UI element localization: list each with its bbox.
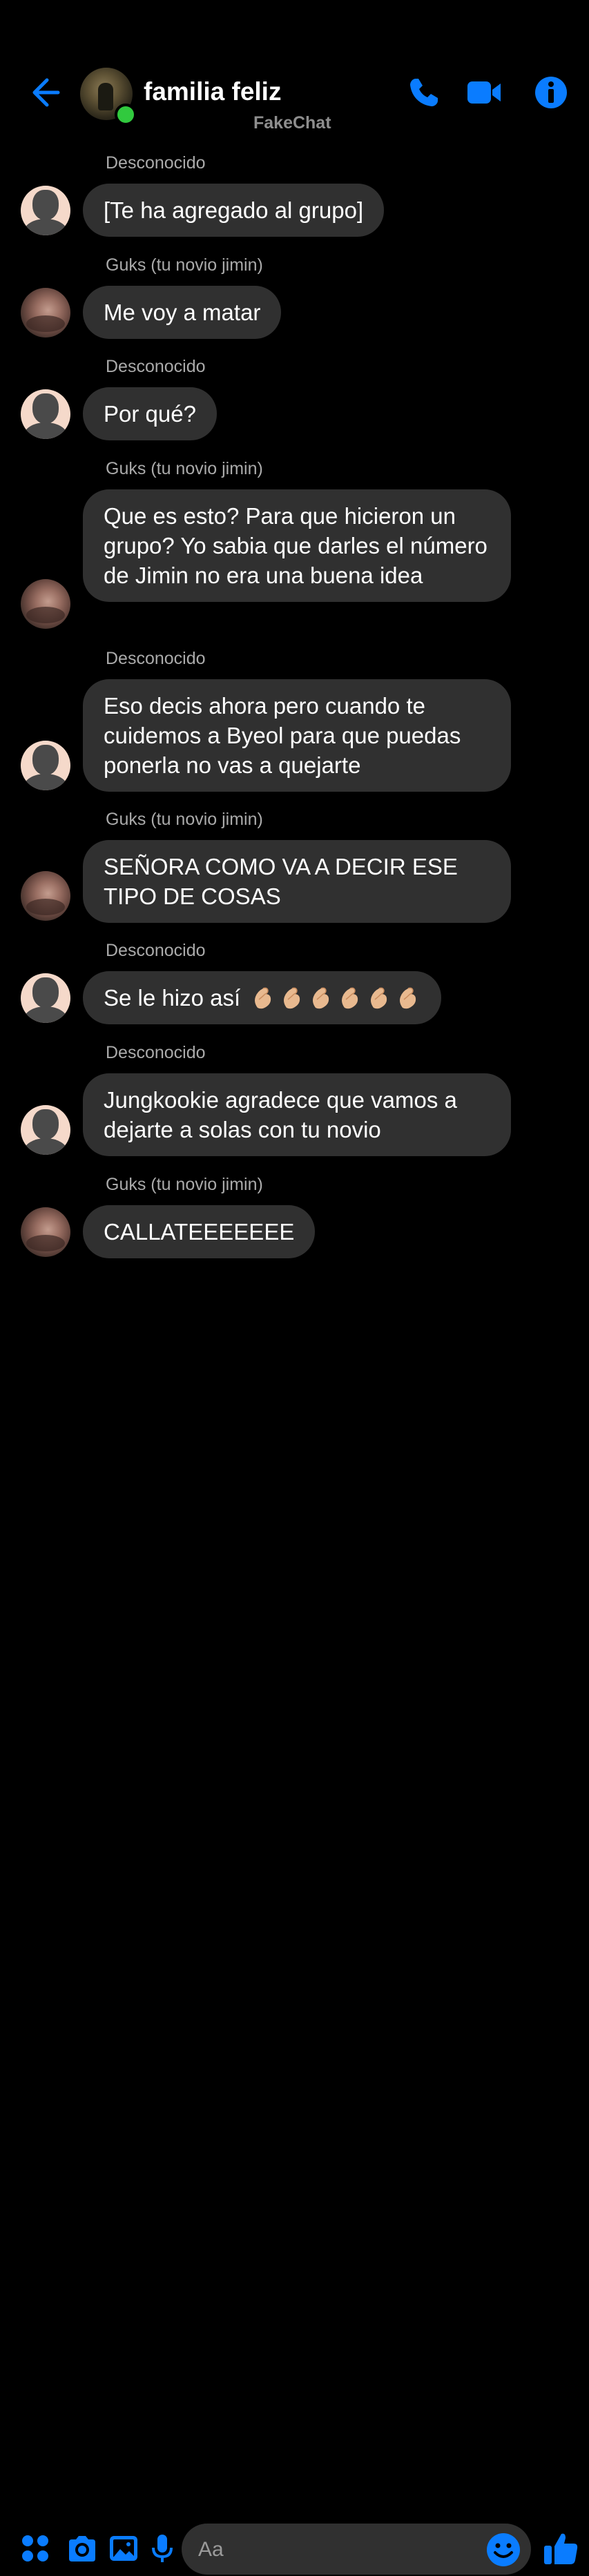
default-avatar[interactable] — [21, 186, 70, 235]
message-text: Se le hizo así — [104, 985, 241, 1011]
photo-avatar[interactable] — [21, 1207, 70, 1257]
grid-dots-icon[interactable] — [19, 2533, 51, 2564]
message-bubble[interactable]: Por qué? — [83, 387, 217, 440]
message-list[interactable]: Desconocido [Te ha agregado al grupo] Gu… — [0, 0, 589, 1258]
pinched-fingers-icon — [255, 987, 271, 1009]
photo-avatar[interactable] — [21, 288, 70, 338]
message-bubble[interactable]: Se le hizo así — [83, 971, 442, 1024]
sender-name: Desconocido — [106, 941, 206, 960]
message-bubble[interactable]: SEÑORA COMO VA A DECIR ESE TIPO DE COSAS — [83, 840, 511, 923]
pinched-fingers-emoji-row — [247, 985, 421, 1011]
message-bubble[interactable]: [Te ha agregado al grupo] — [83, 184, 385, 237]
message-bubble[interactable]: Que es esto? Para que hicieron un grupo?… — [83, 489, 511, 602]
pinched-fingers-icon — [400, 987, 416, 1009]
default-avatar[interactable] — [21, 973, 70, 1023]
message-input[interactable] — [197, 2524, 462, 2576]
default-avatar[interactable] — [21, 741, 70, 790]
composer-bar — [0, 1256, 589, 2576]
message-bubble[interactable]: Jungkookie agradece que vamos a dejarte … — [83, 1073, 511, 1156]
sender-name: Guks (tu novio jimin) — [106, 1175, 263, 1194]
thumbs-up-icon[interactable] — [542, 2530, 579, 2567]
sender-name: Desconocido — [106, 1043, 206, 1062]
photo-avatar[interactable] — [21, 871, 70, 921]
sender-name: Desconocido — [106, 153, 206, 173]
camera-icon[interactable] — [66, 2533, 98, 2564]
pinched-fingers-icon — [284, 987, 300, 1009]
pinched-fingers-icon — [342, 987, 358, 1009]
smiley-icon[interactable] — [485, 2532, 521, 2568]
sender-name: Desconocido — [106, 357, 206, 376]
sender-name: Desconocido — [106, 649, 206, 668]
image-icon[interactable] — [108, 2533, 139, 2564]
message-input-wrapper — [182, 2524, 531, 2576]
sender-name: Guks (tu novio jimin) — [106, 459, 263, 478]
message-bubble[interactable]: Me voy a matar — [83, 286, 282, 339]
message-bubble[interactable]: Eso decis ahora pero cuando te cuidemos … — [83, 679, 511, 792]
microphone-icon[interactable] — [146, 2533, 178, 2564]
default-avatar[interactable] — [21, 389, 70, 439]
message-bubble[interactable]: CALLATEEEEEEE — [83, 1205, 316, 1258]
pinched-fingers-icon — [313, 987, 329, 1009]
sender-name: Guks (tu novio jimin) — [106, 255, 263, 275]
default-avatar[interactable] — [21, 1105, 70, 1155]
pinched-fingers-icon — [371, 987, 387, 1009]
sender-name: Guks (tu novio jimin) — [106, 810, 263, 829]
photo-avatar[interactable] — [21, 579, 70, 629]
